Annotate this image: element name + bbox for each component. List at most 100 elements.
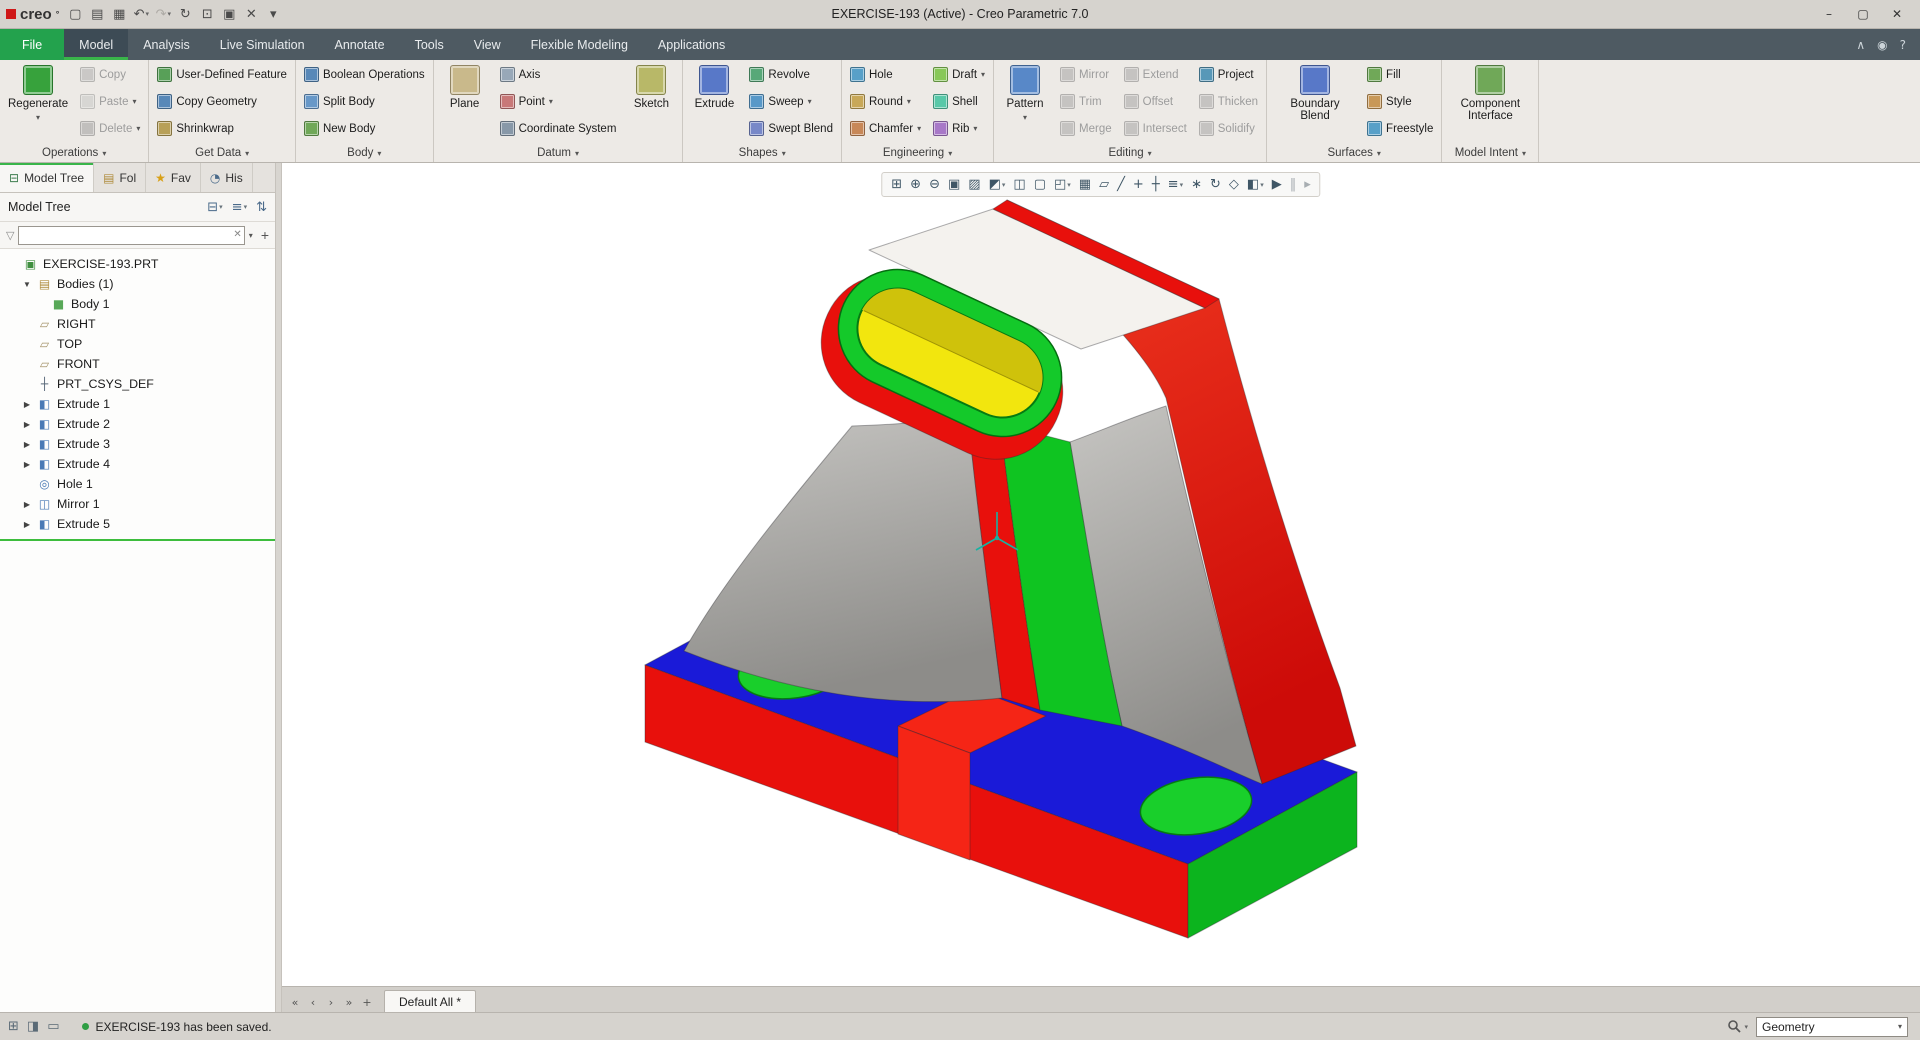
user-account-icon[interactable]: ◉	[1877, 38, 1887, 52]
zoom-out-button[interactable]: ⊖	[926, 175, 943, 194]
search-tool[interactable]: ▾	[1727, 1019, 1748, 1034]
expander-icon[interactable]: ▶	[22, 500, 32, 509]
help-icon[interactable]: ?	[1900, 38, 1906, 52]
copy-button[interactable]: Copy	[75, 61, 145, 88]
expander-icon[interactable]: ▶	[22, 440, 32, 449]
display-style-button[interactable]: ◩ ▾	[986, 175, 1009, 194]
maximize-button[interactable]: ▢	[1846, 1, 1880, 27]
prev-view-tab[interactable]: ‹	[304, 992, 322, 1012]
tab-view[interactable]: View	[459, 29, 516, 60]
component-interface-button[interactable]: Component Interface	[1445, 61, 1535, 122]
copy-geometry-button[interactable]: Copy Geometry	[152, 88, 292, 115]
orient-mode-button[interactable]: ↻	[1207, 175, 1224, 194]
undo-button[interactable]: ↶ ▾	[131, 3, 151, 25]
transparency-button[interactable]: ▢	[1031, 175, 1049, 194]
group-label-engineering[interactable]: Engineering ▾	[845, 144, 990, 162]
thicken-button[interactable]: Thicken	[1194, 88, 1263, 115]
round-button[interactable]: Round ▾	[845, 88, 926, 115]
refit-button[interactable]: ▣	[945, 175, 963, 194]
pattern-button[interactable]: Pattern ▾	[997, 61, 1053, 122]
tab-flexible-modeling[interactable]: Flexible Modeling	[516, 29, 643, 60]
selection-filter-select[interactable]: Geometry ▾	[1756, 1016, 1908, 1037]
tab-model-tree[interactable]: ⊟ Model Tree	[0, 163, 95, 192]
perspective-button[interactable]: ◇	[1226, 175, 1242, 194]
chamfer-button[interactable]: Chamfer ▾	[845, 115, 926, 142]
expander-icon[interactable]: ▶	[22, 520, 32, 529]
model-tree-sash-toggle-button[interactable]: ⊞	[8, 1019, 19, 1034]
boundary-blend-button[interactable]: Boundary Blend	[1270, 61, 1360, 122]
zoom-in-button[interactable]: ⊕	[907, 175, 924, 194]
solidify-button[interactable]: Solidify	[1194, 115, 1263, 142]
tree-item-extrude-3[interactable]: ▶ ◧ Extrude 3	[0, 434, 275, 454]
tab-live-simulation[interactable]: Live Simulation	[205, 29, 320, 60]
group-label-model-intent[interactable]: Model Intent ▾	[1445, 144, 1535, 162]
tab-file[interactable]: File	[0, 29, 65, 60]
tab-favorites[interactable]: ★ Fav	[146, 163, 201, 192]
tree-item-prt-csys-def[interactable]: ┼ PRT_CSYS_DEF	[0, 374, 275, 394]
view-tab-default-all[interactable]: Default All *	[384, 990, 477, 1012]
tree-item-right[interactable]: ▱ RIGHT	[0, 314, 275, 334]
annotation-display-button[interactable]: ≡ ▾	[1165, 175, 1186, 194]
zoom-region-button[interactable]: ⊞	[888, 175, 905, 194]
spin-center-button[interactable]: ∗	[1188, 175, 1205, 194]
saved-orientations-button[interactable]: ◰ ▾	[1051, 175, 1074, 194]
add-filter-button[interactable]: +	[261, 227, 269, 243]
show-edges-button[interactable]: ◫	[1010, 175, 1028, 194]
view-manager-button[interactable]: ▦	[1076, 175, 1094, 194]
redo-button[interactable]: ↷ ▾	[153, 3, 173, 25]
group-label-editing[interactable]: Editing ▾	[997, 144, 1263, 162]
group-label-datum[interactable]: Datum ▾	[437, 144, 680, 162]
expander-icon[interactable]: ▼	[22, 280, 32, 289]
trim-button[interactable]: Trim	[1055, 88, 1117, 115]
point-display-button[interactable]: +	[1130, 175, 1147, 194]
coordinate-system-button[interactable]: Coordinate System	[495, 115, 622, 142]
filter-caret-icon[interactable]: ▾	[249, 231, 253, 240]
group-label-surfaces[interactable]: Surfaces ▾	[1270, 144, 1438, 162]
offset-button[interactable]: Offset	[1119, 88, 1192, 115]
boolean-operations-button[interactable]: Boolean Operations	[299, 61, 430, 88]
tab-applications[interactable]: Applications	[643, 29, 740, 60]
browser-sash-toggle-button[interactable]: ◨	[27, 1019, 39, 1034]
sweep-button[interactable]: Sweep ▾	[744, 88, 838, 115]
mirror-button[interactable]: Mirror	[1055, 61, 1117, 88]
tree-settings-button[interactable]: ≡ ▾	[232, 200, 247, 215]
tree-filter-input[interactable]	[18, 225, 245, 245]
csys-display-button[interactable]: ┼	[1149, 175, 1163, 194]
tree-item-exercise-193-prt[interactable]: ▣ EXERCISE-193.PRT	[0, 254, 275, 274]
swept-blend-button[interactable]: Swept Blend	[744, 115, 838, 142]
style-button[interactable]: Style	[1362, 88, 1438, 115]
axis-display-button[interactable]: ╱	[1114, 175, 1128, 194]
tree-item-extrude-4[interactable]: ▶ ◧ Extrude 4	[0, 454, 275, 474]
last-view-tab[interactable]: »	[340, 992, 358, 1012]
group-label-operations[interactable]: Operations ▾	[3, 144, 145, 162]
tab-annotate[interactable]: Annotate	[320, 29, 400, 60]
revolve-button[interactable]: Revolve	[744, 61, 838, 88]
section-button[interactable]: ◧ ▾	[1244, 175, 1267, 194]
rib-button[interactable]: Rib ▾	[928, 115, 990, 142]
new-view-tab[interactable]: +	[358, 992, 376, 1012]
delete-button[interactable]: Delete ▾	[75, 115, 145, 142]
window-arrange-button[interactable]: ▣	[219, 3, 239, 25]
point-button[interactable]: Point ▾	[495, 88, 622, 115]
pause-button[interactable]: ‖	[1287, 175, 1300, 194]
axis-button[interactable]: Axis	[495, 61, 622, 88]
web-left-face[interactable]	[683, 415, 1003, 703]
user-defined-feature-button[interactable]: User-Defined Feature	[152, 61, 292, 88]
repaint-button[interactable]: ▨	[965, 175, 983, 194]
tree-item-mirror-1[interactable]: ▶ ◫ Mirror 1	[0, 494, 275, 514]
model-3d-view[interactable]	[282, 163, 1920, 986]
close-button[interactable]: ✕	[1880, 1, 1914, 27]
tree-item-extrude-2[interactable]: ▶ ◧ Extrude 2	[0, 414, 275, 434]
clear-filter-icon[interactable]: ✕	[233, 229, 241, 240]
expander-icon[interactable]: ▶	[22, 420, 32, 429]
tree-item-extrude-5[interactable]: ▶ ◧ Extrude 5	[0, 514, 275, 534]
save-button[interactable]: ▦	[109, 3, 129, 25]
minimize-ribbon-icon[interactable]: ∧	[1856, 38, 1865, 52]
tree-item-hole-1[interactable]: ◎ Hole 1	[0, 474, 275, 494]
tab-folder-browser[interactable]: ▤ Fol	[94, 163, 147, 192]
tree-item-body-1[interactable]: ■ Body 1	[0, 294, 275, 314]
regenerate-button[interactable]: Regenerate ▾	[3, 61, 73, 122]
split-body-button[interactable]: Split Body	[299, 88, 430, 115]
tree-columns-button[interactable]: ⊟ ▾	[207, 200, 222, 215]
freestyle-button[interactable]: Freestyle	[1362, 115, 1438, 142]
